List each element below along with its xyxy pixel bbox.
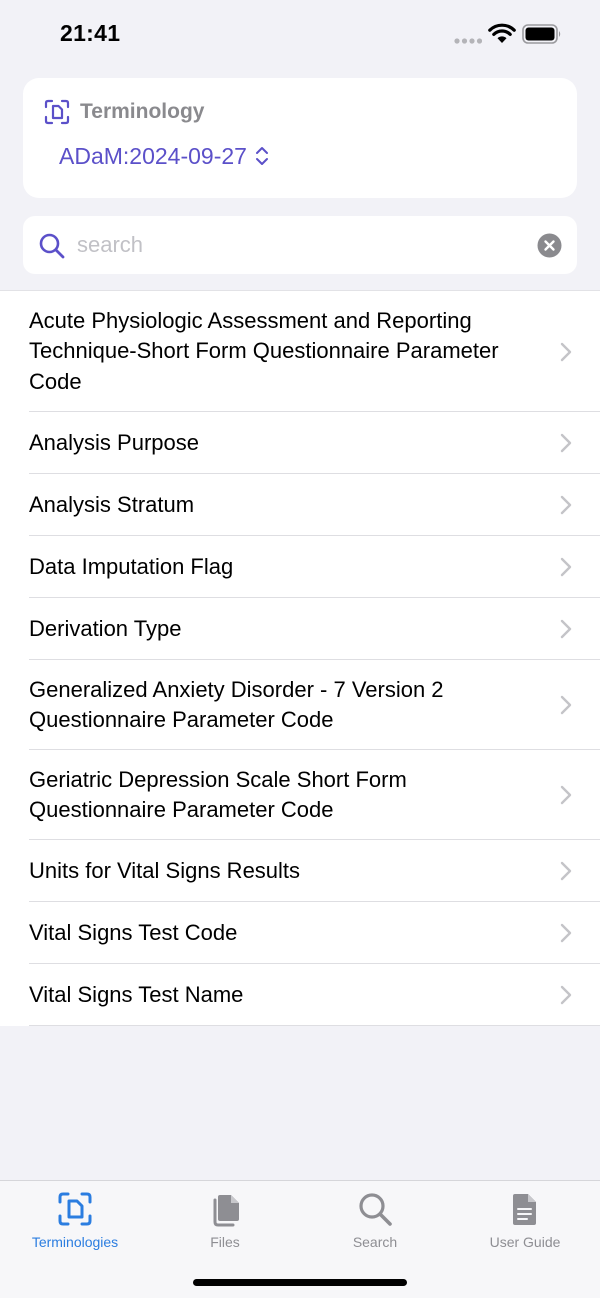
chevron-right-icon xyxy=(560,433,572,453)
search-icon xyxy=(39,233,65,259)
list-item[interactable]: Analysis Purpose xyxy=(0,412,600,474)
chevron-right-icon xyxy=(560,495,572,515)
list-item-label: Acute Physiologic Assessment and Reporti… xyxy=(29,307,499,394)
terminology-header: Terminology xyxy=(43,98,204,126)
chevron-right-icon xyxy=(560,923,572,943)
tab-label: Search xyxy=(352,1234,398,1250)
list-item[interactable]: Acute Physiologic Assessment and Reporti… xyxy=(0,291,600,412)
search-input[interactable] xyxy=(77,226,527,264)
chevron-right-icon xyxy=(560,557,572,577)
cellular-signal-icon xyxy=(454,38,482,44)
scan-doc-icon xyxy=(58,1192,92,1226)
battery-icon xyxy=(522,24,561,44)
list-item-label: Vital Signs Test Name xyxy=(29,981,244,1007)
list-item[interactable]: Data Imputation Flag xyxy=(0,536,600,598)
list-item-label: Geriatric Depression Scale Short Form Qu… xyxy=(29,766,407,823)
terminology-version-picker[interactable]: ADaM:2024-09-27 xyxy=(59,140,269,172)
document-icon xyxy=(513,1194,536,1225)
list-item-label: Analysis Purpose xyxy=(29,429,199,455)
clear-search-icon[interactable] xyxy=(537,233,562,258)
list-item-label: Units for Vital Signs Results xyxy=(29,857,301,883)
search-bar xyxy=(23,216,577,274)
home-indicator xyxy=(193,1279,407,1286)
list-item-label: Vital Signs Test Code xyxy=(29,919,238,945)
wifi-icon xyxy=(488,23,516,43)
list-item-label: Analysis Stratum xyxy=(29,491,195,517)
terminology-label: Terminology xyxy=(80,100,205,123)
status-bar: 21:41 xyxy=(0,0,600,70)
list-item-label: Generalized Anxiety Disorder - 7 Version… xyxy=(29,676,444,733)
chevron-right-icon xyxy=(560,785,572,805)
codelist-list: Acute Physiologic Assessment and Reporti… xyxy=(0,290,600,1026)
tab-search[interactable]: Search xyxy=(300,1181,450,1261)
chevron-right-icon xyxy=(560,342,572,361)
tab-user-guide[interactable]: User Guide xyxy=(450,1181,600,1261)
list-item-label: Data Imputation Flag xyxy=(29,553,234,579)
terminology-version-value: ADaM:2024-09-27 xyxy=(59,142,247,169)
list-item[interactable]: Vital Signs Test Code xyxy=(0,902,600,964)
scan-doc-icon xyxy=(44,99,70,125)
list-item[interactable]: Analysis Stratum xyxy=(0,474,600,536)
tab-files[interactable]: Files xyxy=(150,1181,300,1261)
chevron-right-icon xyxy=(560,861,572,881)
list-item[interactable]: Vital Signs Test Name xyxy=(0,964,600,1026)
chevron-up-down-icon xyxy=(255,147,268,165)
chevron-right-icon xyxy=(560,985,572,1005)
list-item[interactable]: Derivation Type xyxy=(0,598,600,660)
tab-label: Files xyxy=(210,1234,240,1250)
list-item[interactable]: Generalized Anxiety Disorder - 7 Version… xyxy=(0,660,600,750)
list-item-label: Derivation Type xyxy=(29,615,182,641)
magnifier-icon xyxy=(359,1193,392,1226)
terminology-card: Terminology ADaM:2024-09-27 xyxy=(23,78,577,198)
files-icon xyxy=(213,1195,239,1227)
chevron-right-icon xyxy=(560,619,572,639)
list-item[interactable]: Geriatric Depression Scale Short Form Qu… xyxy=(0,750,600,840)
tab-terminologies[interactable]: Terminologies xyxy=(0,1181,150,1261)
list-item[interactable]: Units for Vital Signs Results xyxy=(0,840,600,902)
status-time: 21:41 xyxy=(60,20,121,46)
chevron-right-icon xyxy=(560,695,572,715)
tab-label: Terminologies xyxy=(31,1234,119,1250)
tab-label: User Guide xyxy=(489,1234,561,1250)
